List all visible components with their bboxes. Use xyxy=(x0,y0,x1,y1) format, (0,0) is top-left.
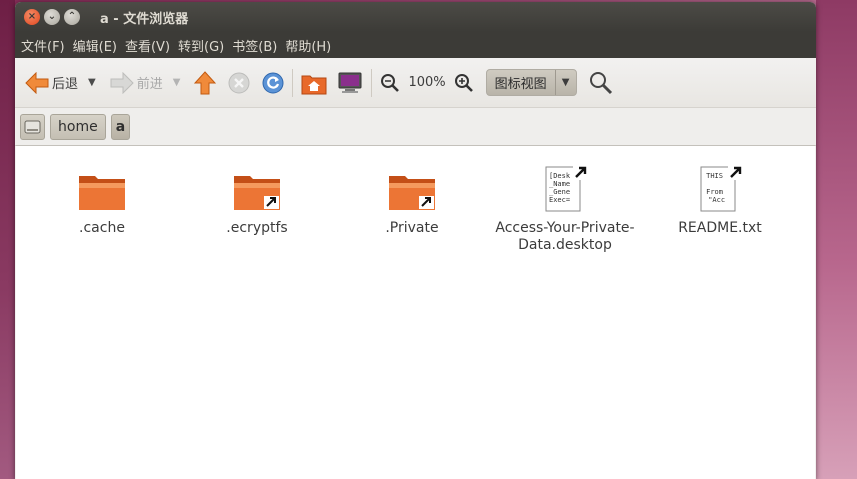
file-preview-text: THIS From "Acc xyxy=(706,172,726,204)
file-name-line1: Access-Your-Private- xyxy=(495,220,635,236)
text-file-link-icon: [Desk _Name _Gene Exec= xyxy=(540,164,590,214)
breadcrumb-home[interactable]: home xyxy=(50,113,106,140)
stop-icon xyxy=(228,72,250,93)
menu-edit[interactable]: 编辑(E) xyxy=(71,36,123,55)
search-button[interactable] xyxy=(589,67,613,99)
file-browser-window: × ⌄ ⌃ a - 文件浏览器 文件(F) 编辑(E) 查看(V) 转到(G) … xyxy=(15,2,816,479)
file-item-private[interactable]: .Private xyxy=(342,164,482,237)
desktop-background-right xyxy=(816,0,857,479)
back-history-dropdown[interactable]: ▼ xyxy=(88,77,96,88)
file-preview-text: [Desk _Name _Gene Exec= xyxy=(549,172,571,204)
file-name: README.txt xyxy=(678,220,762,236)
file-name: .cache xyxy=(79,220,125,236)
file-name: .ecryptfs xyxy=(226,220,288,236)
zoom-out-icon xyxy=(381,73,400,92)
titlebar: × ⌄ ⌃ a - 文件浏览器 xyxy=(15,2,816,32)
home-button[interactable] xyxy=(301,67,327,99)
file-name: .Private xyxy=(385,220,439,236)
file-item-cache[interactable]: .cache xyxy=(32,164,172,237)
maximize-window-button[interactable]: ⌃ xyxy=(64,9,80,25)
menu-file[interactable]: 文件(F) xyxy=(19,36,71,55)
zoom-level: 100% xyxy=(408,75,446,90)
computer-button[interactable] xyxy=(337,67,363,99)
file-item-readme[interactable]: THIS From "Acc README.txt xyxy=(650,164,790,237)
menu-view[interactable]: 查看(V) xyxy=(123,36,176,55)
minimize-window-button[interactable]: ⌄ xyxy=(44,9,60,25)
home-folder-icon xyxy=(301,75,327,94)
reload-icon xyxy=(262,72,284,93)
forward-history-dropdown[interactable]: ▼ xyxy=(173,77,181,88)
menu-help[interactable]: 帮助(H) xyxy=(283,36,337,55)
folder-link-icon xyxy=(387,164,437,214)
toolbar-separator xyxy=(371,68,373,97)
filesystem-root-button[interactable] xyxy=(20,113,45,140)
search-icon xyxy=(589,71,612,94)
folder-icon xyxy=(77,164,127,214)
desktop-background xyxy=(0,0,15,479)
file-name: Access-Your-Private- Data.desktop xyxy=(495,220,634,254)
view-mode-label: 图标视图 xyxy=(487,70,556,95)
breadcrumb-a[interactable]: a xyxy=(110,113,131,140)
computer-icon xyxy=(338,72,362,93)
forward-button[interactable]: 前进 xyxy=(110,67,163,99)
file-icon-view: .cache .ecryptfs .Private [Desk _Name _G… xyxy=(16,145,815,479)
hard-disk-icon xyxy=(24,120,41,133)
folder-link-icon xyxy=(232,164,282,214)
forward-arrow-icon xyxy=(110,71,134,94)
reload-button[interactable] xyxy=(262,67,284,99)
zoom-out-button[interactable] xyxy=(380,67,400,99)
file-item-ecryptfs[interactable]: .ecryptfs xyxy=(187,164,327,237)
toolbar: 后退 ▼ 前进 ▼ 100% 图标视图 ▼ xyxy=(15,58,816,108)
stop-button[interactable] xyxy=(228,67,250,99)
back-arrow-icon xyxy=(25,71,49,94)
file-item-access-your-private-data[interactable]: [Desk _Name _Gene Exec= Access-Your-Priv… xyxy=(495,164,635,254)
menu-bookmarks[interactable]: 书签(B) xyxy=(230,36,283,55)
view-mode-select[interactable]: 图标视图 ▼ xyxy=(485,69,577,96)
zoom-in-button[interactable] xyxy=(454,67,474,99)
menu-go[interactable]: 转到(G) xyxy=(176,36,230,55)
text-file-link-icon: THIS From "Acc xyxy=(695,164,745,214)
back-button[interactable]: 后退 xyxy=(25,67,78,99)
toolbar-separator xyxy=(292,68,294,97)
breadcrumb: home a xyxy=(15,108,816,146)
chevron-down-icon: ▼ xyxy=(561,77,570,88)
up-arrow-icon xyxy=(194,70,217,94)
close-window-button[interactable]: × xyxy=(24,9,40,25)
back-label: 后退 xyxy=(52,77,79,92)
file-name-line2: Data.desktop xyxy=(518,237,612,253)
window-title: a - 文件浏览器 xyxy=(100,11,189,27)
menubar: 文件(F) 编辑(E) 查看(V) 转到(G) 书签(B) 帮助(H) xyxy=(15,32,816,58)
up-button[interactable] xyxy=(194,67,217,99)
forward-label: 前进 xyxy=(136,77,163,92)
zoom-in-icon xyxy=(454,73,473,92)
